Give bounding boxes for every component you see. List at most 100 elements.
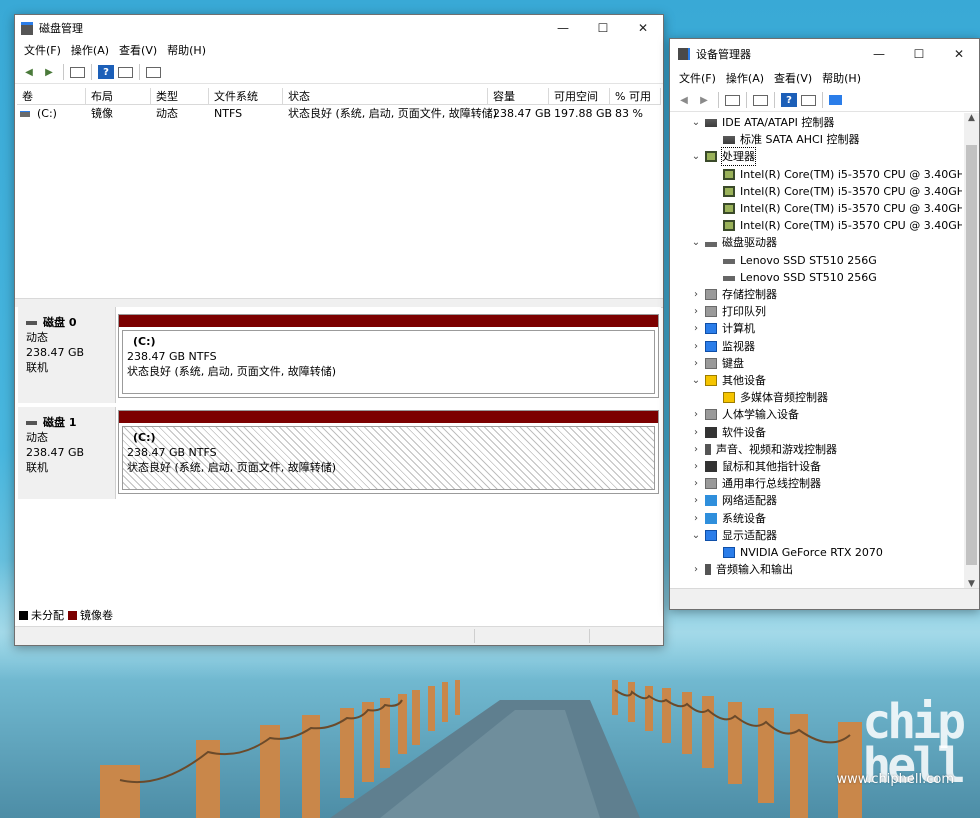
help-icon[interactable]: ? — [781, 93, 797, 107]
menu-file[interactable]: 文件(F) — [19, 41, 66, 61]
tree-category[interactable]: ⌄ 显示适配器 — [670, 527, 777, 544]
disk-view: 磁盘 0 动态 238.47 GB 联机 (C:) 238.47 GB NTFS… — [15, 307, 661, 607]
chevron-right-icon[interactable]: › — [690, 458, 702, 475]
title-bar[interactable]: 设备管理器 — ☐ ✕ — [670, 39, 979, 69]
show-hide-console-tree-icon[interactable] — [725, 94, 740, 106]
forward-arrow-icon[interactable]: ▶ — [696, 93, 712, 107]
tree-category[interactable]: › 通用串行总线控制器 — [670, 475, 821, 492]
disk-1-label[interactable]: 磁盘 1 动态 238.47 GB 联机 — [18, 407, 116, 499]
chevron-right-icon[interactable]: › — [690, 303, 702, 320]
back-arrow-icon[interactable]: ◀ — [21, 65, 37, 79]
properties-icon[interactable] — [118, 66, 133, 78]
tree-category[interactable]: › 计算机 — [670, 320, 755, 337]
tree-device[interactable]: 标准 SATA AHCI 控制器 — [670, 131, 859, 148]
tree-category-label: 计算机 — [722, 322, 755, 336]
device-icon — [723, 259, 735, 265]
tree-category[interactable]: › 人体学输入设备 — [670, 406, 799, 423]
volume-label: (C:) — [133, 335, 156, 348]
chevron-right-icon[interactable]: › — [690, 424, 702, 441]
vertical-scrollbar[interactable]: ▲ ▼ — [964, 113, 979, 589]
tree-category[interactable]: ⌄ 处理器 — [670, 147, 756, 167]
tree-category[interactable]: › 系统设备 — [670, 510, 766, 527]
maximize-button[interactable]: ☐ — [899, 39, 939, 69]
list-view-icon[interactable] — [146, 66, 161, 78]
tree-category[interactable]: › 音频输入和输出 — [670, 561, 793, 578]
tree-category-label: 声音、视频和游戏控制器 — [716, 442, 837, 456]
chevron-down-icon[interactable]: ⌄ — [690, 372, 702, 389]
menu-bar: 文件(F) 操作(A) 查看(V) 帮助(H) — [15, 41, 663, 61]
tree-category[interactable]: ⌄ 磁盘驱动器 — [670, 234, 777, 251]
disk-0-label[interactable]: 磁盘 0 动态 238.47 GB 联机 — [18, 307, 116, 403]
menu-help[interactable]: 帮助(H) — [817, 69, 866, 89]
chevron-right-icon[interactable]: › — [690, 338, 702, 355]
tree-device[interactable]: 多媒体音频控制器 — [670, 389, 828, 406]
forward-arrow-icon[interactable]: ▶ — [41, 65, 57, 79]
tree-category-label: 键盘 — [722, 356, 744, 370]
menu-view[interactable]: 查看(V) — [769, 69, 817, 89]
close-button[interactable]: ✕ — [939, 39, 979, 69]
chevron-right-icon[interactable]: › — [690, 355, 702, 372]
chevron-right-icon[interactable]: › — [690, 406, 702, 423]
disk-0-volume-c[interactable]: (C:) 238.47 GB NTFS 状态良好 (系统, 启动, 页面文件, … — [118, 314, 659, 398]
view-icon[interactable] — [801, 94, 816, 106]
tree-category[interactable]: › 打印队列 — [670, 303, 766, 320]
tree-category-label: 人体学输入设备 — [722, 408, 799, 422]
tree-category-label: 打印队列 — [722, 305, 766, 319]
menu-file[interactable]: 文件(F) — [674, 69, 721, 89]
chevron-right-icon[interactable]: › — [690, 320, 702, 337]
tree-device[interactable]: NVIDIA GeForce RTX 2070 — [670, 544, 883, 561]
menu-action[interactable]: 操作(A) — [66, 41, 114, 61]
menu-action[interactable]: 操作(A) — [721, 69, 769, 89]
cell-volume: (C:) — [37, 107, 57, 120]
tree-device[interactable]: Intel(R) Core(TM) i5-3570 CPU @ 3.40GHz — [670, 166, 962, 183]
maximize-button[interactable]: ☐ — [583, 15, 623, 41]
close-button[interactable]: ✕ — [623, 15, 663, 41]
chevron-down-icon[interactable]: ⌄ — [690, 234, 702, 251]
legend-label-mirror: 镜像卷 — [80, 609, 113, 622]
tree-device-label: 标准 SATA AHCI 控制器 — [740, 133, 860, 147]
tree-device[interactable]: Intel(R) Core(TM) i5-3570 CPU @ 3.40GHz — [670, 200, 962, 217]
title-bar[interactable]: 磁盘管理 — ☐ ✕ — [15, 15, 663, 41]
table-row[interactable]: (C:) 镜像 动态 NTFS 状态良好 (系统, 启动, 页面文件, 故障转储… — [15, 88, 661, 122]
window-title: 磁盘管理 — [39, 22, 83, 35]
minimize-button[interactable]: — — [543, 15, 583, 41]
tree-category[interactable]: › 存储控制器 — [670, 286, 777, 303]
chevron-right-icon[interactable]: › — [690, 475, 702, 492]
tree-device[interactable]: Lenovo SSD ST510 256G — [670, 269, 877, 286]
tree-category[interactable]: › 监视器 — [670, 338, 755, 355]
tree-device[interactable]: Intel(R) Core(TM) i5-3570 CPU @ 3.40GHz — [670, 183, 962, 200]
menu-view[interactable]: 查看(V) — [114, 41, 162, 61]
tree-category[interactable]: ⌄ IDE ATA/ATAPI 控制器 — [670, 114, 835, 131]
properties-icon[interactable] — [753, 94, 768, 106]
minimize-button[interactable]: — — [859, 39, 899, 69]
tree-category[interactable]: › 网络适配器 — [670, 492, 777, 509]
chevron-down-icon[interactable]: ⌄ — [690, 527, 702, 544]
disk-1-volume-c[interactable]: (C:) 238.47 GB NTFS 状态良好 (系统, 启动, 页面文件, … — [118, 410, 659, 494]
tree-category-label: 音频输入和输出 — [716, 563, 793, 577]
tree-category[interactable]: › 软件设备 — [670, 424, 766, 441]
scroll-up-arrow-icon[interactable]: ▲ — [964, 113, 979, 123]
status-bar — [670, 588, 979, 609]
tree-category[interactable]: › 鼠标和其他指针设备 — [670, 458, 821, 475]
scroll-thumb[interactable] — [966, 145, 977, 565]
help-icon[interactable]: ? — [98, 65, 114, 79]
back-arrow-icon[interactable]: ◀ — [676, 93, 692, 107]
tree-category[interactable]: ⌄ 其他设备 — [670, 372, 766, 389]
chevron-right-icon[interactable]: › — [690, 286, 702, 303]
show-hide-console-tree-icon[interactable] — [70, 66, 85, 78]
legend-label-unallocated: 未分配 — [31, 609, 64, 622]
chevron-right-icon[interactable]: › — [690, 441, 702, 458]
chevron-down-icon[interactable]: ⌄ — [690, 148, 702, 165]
tree-device[interactable]: Lenovo SSD ST510 256G — [670, 252, 877, 269]
menu-help[interactable]: 帮助(H) — [162, 41, 211, 61]
tree-category[interactable]: › 键盘 — [670, 355, 744, 372]
chevron-right-icon[interactable]: › — [690, 561, 702, 578]
mirror-volume-bar — [119, 411, 658, 423]
tree-device[interactable]: Intel(R) Core(TM) i5-3570 CPU @ 3.40GHz — [670, 217, 962, 234]
chevron-right-icon[interactable]: › — [690, 510, 702, 527]
tree-category[interactable]: › 声音、视频和游戏控制器 — [670, 441, 837, 458]
disk-size: 238.47 GB — [26, 346, 85, 359]
chevron-down-icon[interactable]: ⌄ — [690, 114, 702, 131]
chevron-right-icon[interactable]: › — [690, 492, 702, 509]
scan-hardware-monitor-icon[interactable] — [829, 95, 842, 105]
